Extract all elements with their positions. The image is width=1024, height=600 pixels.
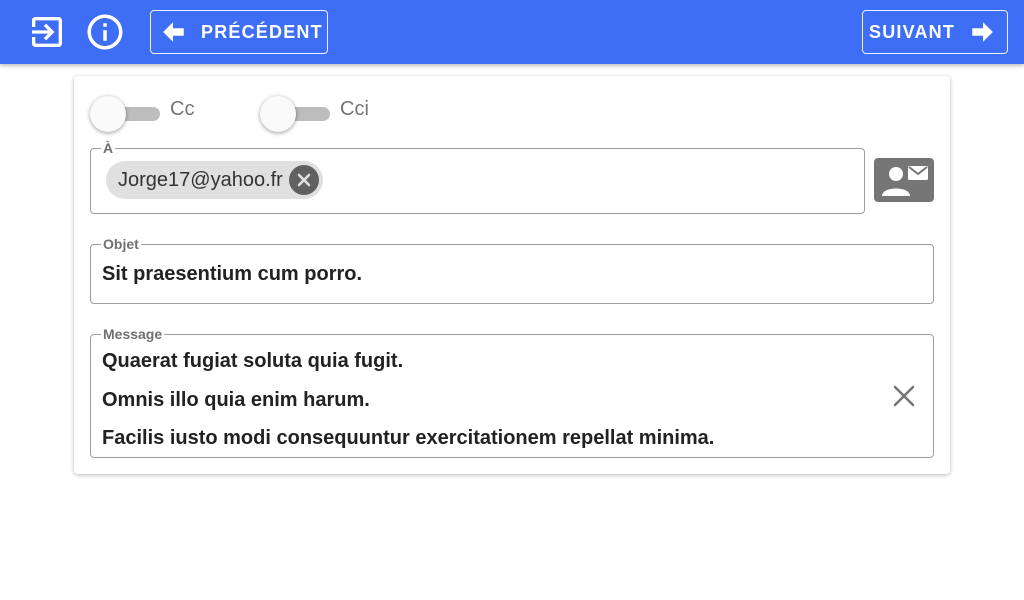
subject-legend: Objet	[103, 236, 139, 252]
message-line[interactable]: Quaerat fugiat soluta quia fugit.	[102, 350, 403, 373]
info-button[interactable]	[84, 11, 126, 53]
message-line[interactable]: Facilis iusto modi consequuntur exercita…	[102, 427, 714, 450]
contacts-button[interactable]	[874, 158, 934, 202]
previous-label: PRÉCÉDENT	[201, 21, 323, 42]
message-line[interactable]: Omnis illo quia enim harum.	[102, 389, 370, 412]
cc-toggle-thumb[interactable]	[90, 96, 126, 132]
clear-message-button[interactable]	[890, 382, 918, 410]
logout-button[interactable]	[26, 11, 68, 53]
info-icon	[87, 14, 123, 50]
arrow-right-icon	[972, 22, 993, 42]
logout-icon	[32, 17, 62, 47]
previous-button[interactable]: PRÉCÉDENT	[150, 10, 328, 54]
contact-mail-icon	[882, 166, 928, 196]
cci-label: Cci	[340, 98, 369, 120]
next-label: SUIVANT	[869, 21, 956, 42]
remove-recipient-button[interactable]	[288, 165, 319, 195]
cc-label: Cc	[170, 98, 195, 120]
cci-toggle-thumb[interactable]	[260, 96, 296, 132]
recipient-legend: À	[103, 140, 114, 156]
close-icon	[893, 385, 915, 407]
top-app-bar: PRÉCÉDENT SUIVANT	[0, 0, 1024, 64]
next-button[interactable]: SUIVANT	[862, 10, 1008, 54]
recipient-chip[interactable]: Jorge17@yahoo.fr	[106, 161, 323, 199]
message-legend: Message	[103, 326, 163, 342]
subject-value[interactable]: Sit praesentium cum porro.	[102, 263, 362, 286]
recipient-chip-label: Jorge17@yahoo.fr	[118, 168, 283, 191]
close-icon	[297, 173, 311, 187]
arrow-left-icon	[163, 22, 184, 42]
